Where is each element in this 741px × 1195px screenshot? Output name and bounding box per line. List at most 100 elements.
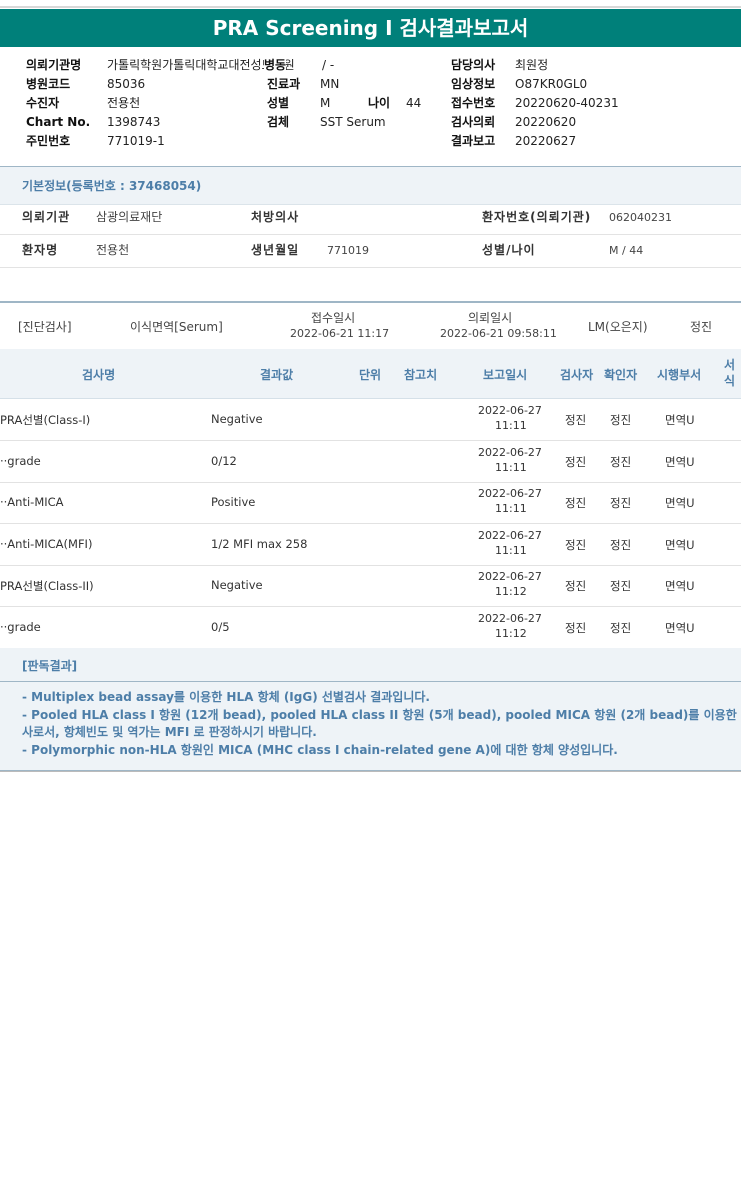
report-title: PRA Screening I 검사결과보고서 (0, 9, 741, 47)
header-value: 최원정 (515, 58, 549, 72)
diagnosis-department: 이식면역[Serum] (130, 320, 223, 334)
cell-checker: 정진 (610, 413, 632, 427)
info-label: 환자명 (22, 243, 59, 257)
col-test-name: 검사명 (82, 368, 116, 382)
header-value: 1398743 (107, 115, 161, 129)
col-report-date: 보고일시 (483, 368, 528, 382)
cell-test-name: ··Anti-MICA(MFI) (0, 536, 93, 551)
cell-report-time: 11:12 (495, 626, 527, 640)
header-label: 검체 (267, 115, 290, 129)
header-value: M (320, 96, 331, 110)
header-label: 결과보고 (451, 134, 496, 148)
table-row: ··grade 0/5 2022-06-27 11:12 정진 정진 면역U (0, 607, 741, 649)
info-value: 062040231 (609, 211, 672, 224)
cell-result: Negative (211, 412, 263, 426)
diagnosis-label: [진단검사] (18, 320, 72, 334)
header-label: 진료과 (267, 77, 301, 91)
cell-result: Positive (211, 495, 256, 509)
cell-checker: 정진 (610, 537, 632, 552)
cell-result: 1/2 MFI max 258 (211, 536, 308, 551)
header-label: 병동 (264, 56, 287, 75)
cell-department: 면역U (665, 413, 695, 427)
cell-result: Negative (211, 578, 263, 592)
header-value: SST Serum (320, 115, 386, 129)
info-value: 전용천 (96, 243, 130, 257)
cell-tester: 정진 (565, 579, 587, 593)
header-label: 수진자 (26, 96, 60, 110)
diagnosis-bar: [진단검사] 이식면역[Serum] 접수일시 2022-06-21 11:17… (0, 301, 741, 350)
cell-report-time: 11:11 (495, 460, 527, 474)
cell-report-date: 2022-06-27 (478, 445, 542, 459)
received-value: 2022-06-21 11:17 (290, 327, 390, 340)
interpretation-title: [판독결과] (22, 659, 78, 673)
cell-test-name: ··grade (0, 453, 41, 468)
top-rule (0, 6, 741, 8)
cell-department: 면역U (665, 537, 695, 552)
info-value: 771019 (327, 244, 369, 257)
col-result: 결과값 (260, 368, 294, 382)
received-label: 접수일시 (311, 311, 356, 325)
info-value: 삼광의료재단 (96, 210, 163, 224)
cell-checker: 정진 (610, 579, 632, 593)
header-label: 병원코드 (26, 77, 71, 91)
header-value: 44 (406, 96, 422, 110)
cell-department: 면역U (665, 620, 695, 635)
info-label: 환자번호(의뢰기관) (482, 210, 592, 224)
cell-result: 0/12 (211, 453, 237, 468)
cell-tester: 정진 (565, 454, 587, 469)
basic-info-title: 기본정보(등록번호 : 37468054) (22, 179, 202, 193)
cell-tester: 정진 (565, 413, 587, 427)
table-row: PRA선별(Class-II) Negative 2022-06-27 11:12 정진… (0, 565, 741, 607)
cell-result: 0/5 (211, 619, 230, 634)
cell-report-date: 2022-06-27 (478, 570, 542, 583)
col-reference: 참고치 (404, 368, 438, 382)
bottom-rule (0, 771, 741, 772)
col-tester: 검사자 (560, 368, 594, 382)
cell-report-date: 2022-06-27 (478, 487, 542, 500)
header-row: 의뢰기관명 가톨릭학원가톨릭대학교대전성모병원 병동 / - 담당의사 최원정 (0, 56, 741, 75)
technician: 정진 (690, 320, 713, 334)
cell-test-name: ··Anti-MICA (0, 495, 64, 509)
header-label: 주민번호 (26, 134, 71, 148)
header-row: 수진자 전용천 성별 M 나이 44 접수번호 20220620-40231 (0, 94, 741, 113)
header-value: 20220620-40231 (515, 96, 619, 110)
cell-checker: 정진 (610, 454, 632, 469)
header-value: 20220620 (515, 115, 577, 129)
table-row: ··Anti-MICA Positive 2022-06-27 11:11 정진 정진 면역… (0, 482, 741, 524)
results-table-header: 검사명 결과값 단위 참고치 보고일시 검사자 확인자 시행부서 서식 (0, 349, 741, 399)
header-label: 나이 (368, 96, 391, 110)
info-label: 성별/나이 (482, 243, 536, 257)
basic-info-row: 환자명 전용천 생년월일 771019 성별/나이 M / 44 (0, 234, 741, 268)
interpretation-line: 사로서, 항체빈도 및 역가는 MFI 로 판정하시기 바랍니다. (22, 725, 317, 739)
table-row: ··Anti-MICA(MFI) 1/2 MFI max 258 2022-06-2… (0, 524, 741, 566)
cell-checker: 정진 (610, 496, 632, 510)
cell-report-time: 11:11 (495, 543, 527, 557)
cell-department: 면역U (665, 496, 695, 510)
cell-report-time: 11:11 (495, 419, 527, 432)
header-value: 771019-1 (107, 134, 165, 148)
info-label: 처방의사 (251, 210, 300, 224)
col-format: 서식 (724, 358, 736, 388)
header-label: Chart No. (26, 115, 91, 129)
cell-department: 면역U (665, 579, 695, 593)
cell-checker: 정진 (610, 620, 632, 635)
header-label: 성별 (267, 96, 290, 110)
table-row: ··grade 0/12 2022-06-27 11:11 정진 정진 면역U (0, 441, 741, 483)
cell-test-name: ··grade (0, 619, 41, 634)
interpretation-line: - Multiplex bead assay를 이용한 HLA 항체 (IgG)… (22, 690, 430, 704)
header-value: 전용천 (107, 96, 141, 110)
cell-tester: 정진 (565, 620, 587, 635)
table-row: PRA선별(Class-I) Negative 2022-06-27 11:11 정진 정… (0, 399, 741, 441)
header-value: / - (322, 58, 335, 72)
report-header: 의뢰기관명 가톨릭학원가톨릭대학교대전성모병원 병동 / - 담당의사 최원정 … (0, 56, 741, 151)
info-value: M / 44 (609, 244, 644, 257)
header-label: 담당의사 (451, 58, 496, 72)
cell-tester: 정진 (565, 537, 587, 552)
header-value: MN (320, 77, 340, 91)
interpretation-line: - Polymorphic non-HLA 항원인 MICA (MHC clas… (22, 742, 618, 757)
cell-test-name: PRA선별(Class-I) (0, 413, 91, 427)
info-label: 의뢰기관 (22, 210, 71, 224)
cell-report-time: 11:11 (495, 502, 527, 515)
interpretation-body: - Multiplex bead assay를 이용한 HLA 항체 (IgG)… (0, 682, 741, 771)
header-row: 병원코드 85036 진료과 MN 임상정보 O87KR0GL0 (0, 75, 741, 94)
